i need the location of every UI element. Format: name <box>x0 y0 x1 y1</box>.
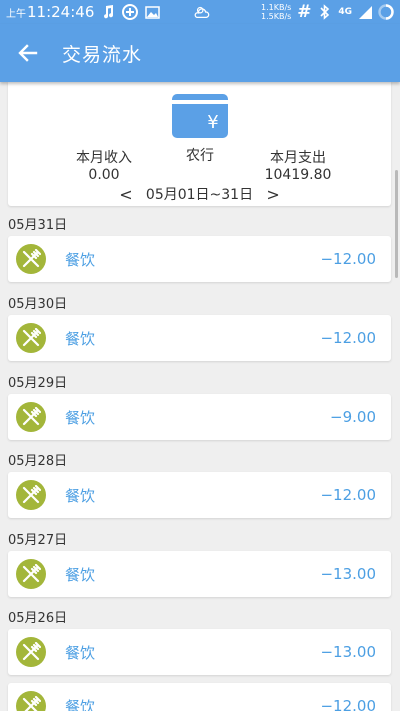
scrollbar[interactable] <box>395 170 398 278</box>
page-title: 交易流水 <box>62 43 143 66</box>
add-circle-icon <box>122 4 139 20</box>
transaction-row[interactable]: 餐饮 −12.00 <box>8 315 391 361</box>
transaction-row[interactable]: 餐饮 −13.00 <box>8 551 391 597</box>
image-icon <box>144 4 160 20</box>
date-range: 05月01日~31日 <box>145 187 254 203</box>
category-label: 餐饮 <box>65 565 96 584</box>
fork-knife-icon <box>16 637 46 667</box>
fork-knife-icon <box>16 244 46 274</box>
category-label: 餐饮 <box>65 643 96 662</box>
signal-icon <box>357 4 373 20</box>
date-navigator: < 05月01日~31日 > <box>8 183 391 205</box>
amount: −12.00 <box>320 250 376 268</box>
month-income: 本月收入 0.00 <box>76 150 132 183</box>
amount: −13.00 <box>320 643 376 661</box>
category-label: 餐饮 <box>65 250 96 269</box>
svg-text:¥: ¥ <box>207 112 218 133</box>
wallet-yen-icon: ¥ <box>172 94 228 138</box>
fork-knife-icon <box>16 323 46 353</box>
amount: −9.00 <box>330 408 376 426</box>
transaction-row[interactable]: 餐饮 −13.00 <box>8 629 391 675</box>
fork-knife-icon <box>16 402 46 432</box>
day-header: 05月28日 <box>8 454 68 469</box>
day-header: 05月30日 <box>8 297 68 312</box>
bluetooth-icon <box>317 4 333 20</box>
month-expense: 本月支出 10419.80 <box>264 150 332 183</box>
day-header: 05月29日 <box>8 376 68 391</box>
day-header: 05月26日 <box>8 611 68 626</box>
prev-month-button[interactable]: < <box>112 185 140 204</box>
hashtag-icon: # <box>297 2 312 22</box>
transaction-row[interactable]: 餐饮 −12.00 <box>8 472 391 518</box>
category-label: 餐饮 <box>65 697 96 711</box>
amount: −12.00 <box>320 486 376 504</box>
network-speed: 1.1KB/s 1.5KB/s <box>261 3 292 21</box>
clock: 上午11:24:46 <box>6 3 95 21</box>
network-type: 4G <box>338 7 352 17</box>
amount: −12.00 <box>320 697 376 711</box>
amount: −13.00 <box>320 565 376 583</box>
transaction-row[interactable]: 餐饮 −12.00 <box>8 683 391 711</box>
transaction-list[interactable]: ¥ 本月收入 0.00 农行 本月支出 10419.80 < 05月01日~31… <box>0 82 400 711</box>
next-month-button[interactable]: > <box>259 185 287 204</box>
category-label: 餐饮 <box>65 486 96 505</box>
back-button[interactable] <box>0 24 56 82</box>
battery-ring-icon <box>378 4 394 20</box>
fork-knife-icon <box>16 559 46 589</box>
summary-card: ¥ 本月收入 0.00 农行 本月支出 10419.80 < 05月01日~31… <box>8 82 391 206</box>
music-icon <box>100 4 116 20</box>
category-label: 餐饮 <box>65 408 96 427</box>
day-header: 05月31日 <box>8 218 68 233</box>
amount: −12.00 <box>320 329 376 347</box>
weather-cloud-icon <box>194 4 210 20</box>
category-label: 餐饮 <box>65 329 96 348</box>
fork-knife-icon <box>16 480 46 510</box>
arrow-left-icon <box>18 44 38 62</box>
fork-knife-icon <box>16 691 46 711</box>
transaction-row[interactable]: 餐饮 −9.00 <box>8 394 391 440</box>
day-header: 05月27日 <box>8 533 68 548</box>
transaction-row[interactable]: 餐饮 −12.00 <box>8 236 391 282</box>
app-bar: 交易流水 <box>0 24 400 82</box>
bank-name: 农行 <box>186 148 214 164</box>
status-bar: 上午11:24:46 1.1KB/s 1.5KB/s # 4G <box>0 0 400 24</box>
